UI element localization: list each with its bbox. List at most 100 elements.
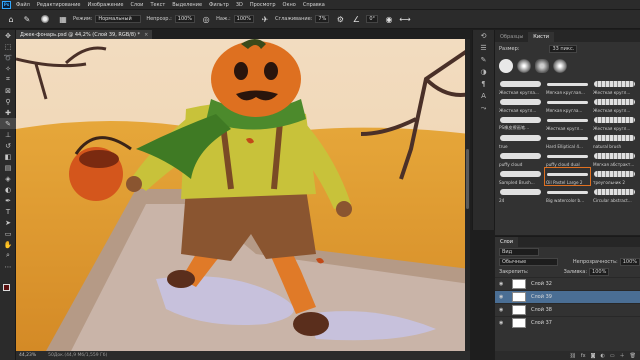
hand-tool-icon[interactable]: ✋	[0, 239, 16, 250]
brush-settings-icon[interactable]: ▦	[57, 13, 69, 25]
brush-preset[interactable]: Мягкая круглая...	[545, 78, 590, 95]
textured-tip-icon[interactable]	[535, 59, 549, 73]
menu-filter[interactable]: Фильтр	[209, 2, 229, 8]
smoothing-field[interactable]: 7%	[315, 15, 330, 23]
zoom-tool-icon[interactable]: ⌕	[0, 250, 16, 261]
pressure-size-icon[interactable]: ◉	[383, 13, 395, 25]
adjustments-panel-icon[interactable]: ◑	[473, 66, 494, 78]
properties-panel-icon[interactable]: ☰	[473, 42, 494, 54]
adjustment-layer-icon[interactable]: ◐	[601, 353, 605, 359]
frame-tool-icon[interactable]: ⊠	[0, 85, 16, 96]
shape-tool-icon[interactable]: ▭	[0, 228, 16, 239]
menu-window[interactable]: Окно	[283, 2, 296, 8]
brush-preset-picker[interactable]	[37, 13, 53, 25]
fx-icon[interactable]: fx	[581, 353, 586, 359]
tab-layers[interactable]: Слои	[495, 237, 518, 247]
quick-select-tool-icon[interactable]: ✧	[0, 63, 16, 74]
visibility-eye-icon[interactable]: ◉	[499, 320, 507, 326]
character-panel-icon[interactable]: A	[473, 90, 494, 102]
menu-select[interactable]: Выделение	[172, 2, 202, 8]
airbrush-icon[interactable]: ✈	[259, 13, 271, 25]
canvas[interactable]	[16, 39, 470, 351]
paragraph-panel-icon[interactable]: ¶	[473, 78, 494, 90]
brush-preset[interactable]: Hard Elliptical 4...	[545, 132, 590, 149]
menu-file[interactable]: Файл	[16, 2, 30, 8]
layer-name[interactable]: Слой 39	[531, 294, 552, 300]
brush-tool-icon[interactable]: ✎	[21, 13, 33, 25]
mode-select[interactable]: Нормальный	[95, 15, 142, 23]
layer-name[interactable]: Слой 32	[531, 281, 552, 287]
layer-opacity-field[interactable]: 100%	[619, 258, 640, 266]
blend-mode-select[interactable]: Обычные	[499, 258, 558, 266]
scrollbar-thumb[interactable]	[466, 149, 469, 209]
healing-tool-icon[interactable]: ✚	[0, 107, 16, 118]
dodge-tool-icon[interactable]: ◐	[0, 184, 16, 195]
smoothing-settings-icon[interactable]: ⚙	[334, 13, 346, 25]
layer-row[interactable]: ◉ Слой 39	[495, 290, 640, 303]
document-size[interactable]: 50Док.(44,9 Мб/1,559 Гб)	[48, 353, 107, 358]
close-tab-icon[interactable]: ×	[144, 32, 148, 38]
brush-preset[interactable]: Жесткая кругл...	[592, 78, 637, 95]
fill-field[interactable]: 100%	[589, 268, 610, 276]
brush-preset[interactable]: треугольник 2	[592, 168, 637, 185]
gradient-tool-icon[interactable]: ▤	[0, 162, 16, 173]
opacity-field[interactable]: 100%	[174, 15, 196, 23]
brush-preset[interactable]: Жесткая кругла...	[498, 78, 543, 95]
tab-swatches[interactable]: Образцы	[495, 32, 528, 42]
history-brush-tool-icon[interactable]: ↺	[0, 140, 16, 151]
stamp-tool-icon[interactable]: ⊥	[0, 129, 16, 140]
document-tab[interactable]: Джек-фонарь.psd @ 44,2% (Слой 39, RGB/8)…	[16, 30, 153, 39]
layer-name[interactable]: Слой 38	[531, 307, 552, 313]
new-layer-icon[interactable]: ＋	[620, 352, 625, 359]
brush-preset[interactable]: puffy cloud dual	[545, 150, 590, 167]
brush-tool-icon[interactable]: ✎	[0, 118, 16, 129]
brush-preset[interactable]: PS橡皮擦画笔...	[498, 114, 543, 131]
eyedropper-tool-icon[interactable]: ⚲	[0, 96, 16, 107]
brush-preset[interactable]: Жесткая кругл...	[592, 96, 637, 113]
link-layers-icon[interactable]: ⛓	[570, 353, 576, 359]
layer-name[interactable]: Слой 37	[531, 320, 552, 326]
brush-preset[interactable]: Жесткая кругл...	[498, 96, 543, 113]
menu-view[interactable]: Просмотр	[250, 2, 276, 8]
move-tool-icon[interactable]: ✥	[0, 30, 16, 41]
pen-tool-icon[interactable]: ✒	[0, 195, 16, 206]
size-field[interactable]: 33 пикс.	[549, 45, 578, 53]
menu-type[interactable]: Текст	[150, 2, 165, 8]
visibility-eye-icon[interactable]: ◉	[499, 307, 507, 313]
foreground-color-swatch[interactable]	[3, 284, 10, 291]
menu-layers[interactable]: Слои	[130, 2, 143, 8]
brush-preset[interactable]: puffy cloud	[498, 150, 543, 167]
hard-round-tip-icon[interactable]	[499, 59, 513, 73]
pressure-field[interactable]: 100%	[233, 15, 254, 23]
type-tool-icon[interactable]: T	[0, 206, 16, 217]
brush-preset[interactable]: true	[498, 132, 543, 149]
visibility-eye-icon[interactable]: ◉	[499, 281, 507, 287]
brush-preset[interactable]: Oil Pastel Large 2	[544, 167, 591, 186]
brush-preset[interactable]: Circular abstract...	[592, 186, 637, 203]
tab-brushes[interactable]: Кисти	[528, 32, 554, 42]
brush-preset[interactable]: Жесткая кругл...	[592, 114, 637, 131]
menu-3d[interactable]: 3D	[236, 2, 243, 8]
paths-panel-icon[interactable]: ⤳	[473, 102, 494, 114]
brush-preset[interactable]: Sampled Brush...	[498, 168, 543, 185]
angle-field[interactable]: 0°	[366, 15, 379, 23]
eraser-tool-icon[interactable]: ◧	[0, 151, 16, 162]
brush-preset[interactable]: 24	[498, 186, 543, 203]
brush-preset[interactable]: Мягкая абстракт...	[592, 150, 637, 167]
brush-preset[interactable]: Мягкая кругла...	[545, 96, 590, 113]
more-tools-icon[interactable]: ⋯	[0, 261, 16, 272]
pressure-opacity-icon[interactable]: ◎	[200, 13, 212, 25]
mask-icon[interactable]: ◙	[591, 353, 596, 359]
brush-settings-panel-icon[interactable]: ✎	[473, 54, 494, 66]
brush-preset[interactable]: natural brush	[592, 132, 637, 149]
zoom-level[interactable]: 44,23%	[19, 353, 36, 358]
lasso-tool-icon[interactable]: ➰	[0, 52, 16, 63]
group-icon[interactable]: ▭	[610, 353, 615, 359]
history-panel-icon[interactable]: ⟲	[473, 30, 494, 42]
crop-tool-icon[interactable]: ⌗	[0, 74, 16, 85]
trash-icon[interactable]: 🗑	[630, 353, 636, 359]
soft-tip-icon[interactable]	[553, 59, 567, 73]
layer-row[interactable]: ◉ Слой 32	[495, 277, 640, 290]
menu-image[interactable]: Изображение	[87, 2, 123, 8]
brush-preset[interactable]: Жесткая кругл...	[545, 114, 590, 131]
